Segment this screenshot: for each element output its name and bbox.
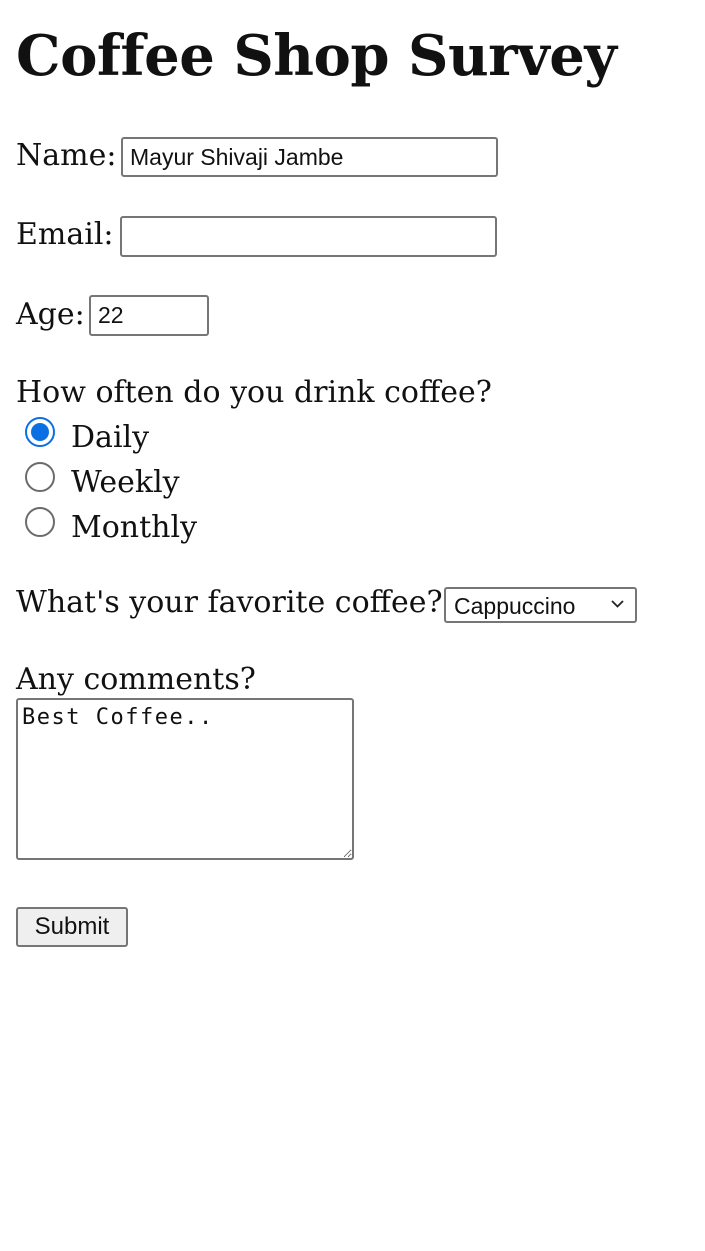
age-label: Age: <box>16 297 85 332</box>
email-input[interactable] <box>120 216 497 257</box>
frequency-question: How often do you drink coffee? <box>16 375 492 410</box>
page-title: Coffee Shop Survey <box>16 23 617 89</box>
option-label-weekly: Weekly <box>71 465 180 500</box>
radio-weekly[interactable] <box>25 462 55 492</box>
comments-textarea[interactable] <box>16 698 354 860</box>
comments-label: Any comments? <box>16 662 256 697</box>
submit-button[interactable]: Submit <box>16 907 128 947</box>
name-label: Name: <box>16 138 117 173</box>
radio-daily[interactable] <box>25 417 55 447</box>
age-input[interactable] <box>89 295 209 336</box>
name-input[interactable] <box>121 137 498 177</box>
radio-monthly[interactable] <box>25 507 55 537</box>
radio-selected-dot <box>31 423 49 441</box>
favorite-question: What's your favorite coffee? <box>16 585 443 620</box>
selected-coffee: Cappuccino <box>454 593 576 619</box>
chevron-down-icon <box>611 600 624 608</box>
option-label-monthly: Monthly <box>71 510 198 545</box>
email-label: Email: <box>16 217 114 252</box>
favorite-coffee-select[interactable]: Cappuccino <box>444 587 637 623</box>
option-label-daily: Daily <box>71 420 150 455</box>
